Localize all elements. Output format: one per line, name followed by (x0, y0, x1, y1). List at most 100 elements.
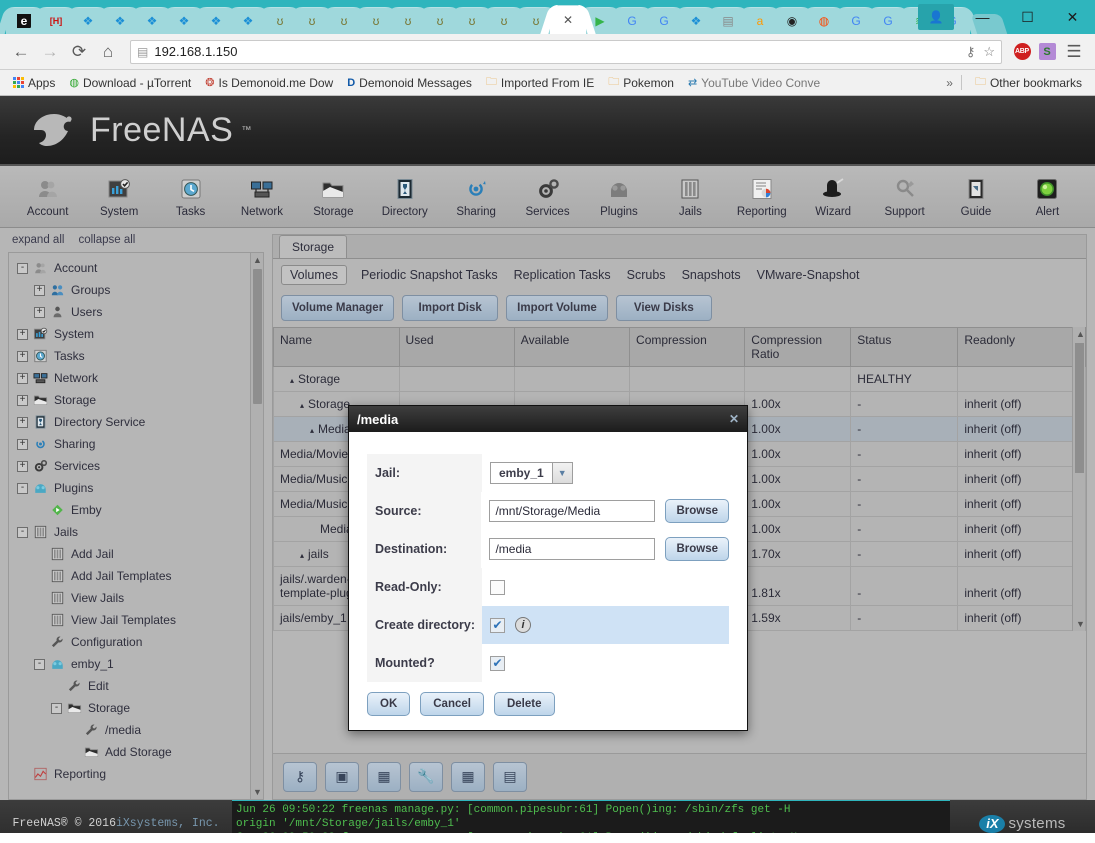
sidebar-item-emby-1[interactable]: - emby_1 (13, 653, 263, 675)
bookmark-folder-imported-from-ie[interactable]: 🗀 Imported From IE (481, 71, 599, 94)
column-header-compression-ratio[interactable]: Compression Ratio (744, 327, 852, 367)
tree-toggle-expand-icon[interactable]: + (17, 372, 28, 384)
delete-dataset-icon[interactable]: ▦ (367, 761, 401, 792)
sidebar-item-emby[interactable]: Emby (13, 499, 263, 521)
bookmark-star-icon[interactable]: ☆ (983, 44, 995, 60)
row-expand-caret-icon[interactable]: ▴ (310, 426, 314, 435)
nav-item-reporting[interactable]: Reporting (726, 175, 797, 218)
sidebar-item-jails[interactable]: - Jails (13, 521, 263, 543)
tree-toggle-expand-icon[interactable]: + (17, 460, 28, 472)
tree-toggle-collapse-icon[interactable]: - (34, 658, 45, 670)
row-expand-caret-icon[interactable]: ▴ (300, 551, 304, 560)
import-volume-button[interactable]: Import Volume (506, 295, 608, 321)
volume-manager-button[interactable]: Volume Manager (281, 295, 395, 321)
tree-toggle-expand-icon[interactable]: + (34, 284, 45, 296)
subtab-scrubs[interactable]: Scrubs (625, 266, 668, 284)
detach-volume-icon[interactable]: ▣ (325, 761, 359, 792)
back-button[interactable]: ← (8, 39, 34, 65)
tree-toggle-collapse-icon[interactable]: - (17, 262, 28, 274)
subtab-replication-tasks[interactable]: Replication Tasks (512, 266, 613, 284)
tree-toggle-expand-icon[interactable]: + (17, 438, 28, 450)
sidebar-item-services[interactable]: + Services (13, 455, 263, 477)
ok-button[interactable]: OK (367, 692, 411, 716)
subtab-snapshots[interactable]: Snapshots (680, 266, 743, 284)
sidebar-item-media[interactable]: /media (13, 719, 263, 741)
scroll-down-arrow-icon[interactable]: ▼ (253, 787, 262, 797)
column-header-status[interactable]: Status (850, 327, 959, 367)
sidebar-item-sharing[interactable]: + Sharing (13, 433, 263, 455)
sidebar-item-view-jail-templates[interactable]: View Jail Templates (13, 609, 263, 631)
destination-input[interactable] (489, 538, 656, 560)
sidebar-item-plugins[interactable]: - Plugins (13, 477, 263, 499)
bookmark-demonoid-messages[interactable]: D Demonoid Messages (342, 74, 477, 92)
nav-item-system[interactable]: System (83, 175, 154, 218)
nav-item-tasks[interactable]: Tasks (155, 175, 226, 218)
nav-item-services[interactable]: Services (512, 175, 583, 218)
row-expand-caret-icon[interactable]: ▴ (290, 376, 294, 385)
ixsystems-link[interactable]: iXsystems, Inc. (116, 817, 220, 830)
readonly-checkbox[interactable] (490, 579, 505, 595)
sidebar-item-add-storage[interactable]: Add Storage (13, 741, 263, 763)
tree-toggle-collapse-icon[interactable]: - (51, 702, 62, 714)
table-scroll-thumb[interactable] (1075, 343, 1084, 473)
row-expand-caret-icon[interactable]: ▴ (300, 401, 304, 410)
tree-toggle-expand-icon[interactable]: + (17, 350, 28, 362)
forward-button[interactable]: → (37, 39, 63, 65)
scroll-up-arrow-icon[interactable]: ▲ (253, 255, 262, 265)
profile-avatar-icon[interactable]: 👤 (918, 4, 954, 30)
sidebar-item-reporting[interactable]: Reporting (13, 763, 263, 785)
console-log[interactable]: Jun 26 09:50:22 freenas manage.py: [comm… (232, 800, 950, 833)
create-dataset-icon[interactable]: ▦ (451, 761, 485, 792)
jail-select[interactable]: emby_1 ▼ (490, 462, 573, 484)
adblock-plus-icon[interactable]: ABP (1011, 41, 1033, 63)
nav-item-directory[interactable]: Directory (369, 175, 440, 218)
tree-toggle-expand-icon[interactable]: + (17, 416, 28, 428)
column-header-readonly[interactable]: Readonly (957, 327, 1086, 367)
view-disks-button[interactable]: View Disks (615, 295, 712, 321)
home-button[interactable]: ⌂ (95, 39, 121, 65)
tree-toggle-collapse-icon[interactable]: - (17, 482, 28, 494)
sidebar-item-storage[interactable]: + Storage (13, 389, 263, 411)
sidebar-item-add-jail[interactable]: Add Jail (13, 543, 263, 565)
reload-button[interactable]: ⟳ (66, 39, 92, 65)
nav-item-guide[interactable]: Guide (940, 175, 1011, 218)
sidebar-item-view-jails[interactable]: View Jails (13, 587, 263, 609)
bookmarks-overflow-button[interactable]: » (946, 76, 953, 90)
dialog-close-icon[interactable]: ✕ (729, 412, 739, 426)
volume-status-icon[interactable]: ⚷ (283, 761, 317, 792)
nav-item-plugins[interactable]: Plugins (583, 175, 654, 218)
subtab-vmware-snapshot[interactable]: VMware-Snapshot (755, 266, 862, 284)
bookmark-youtube-converter[interactable]: ⇄ YouTube Video Conve (683, 74, 825, 92)
bookmark-demonoid-status[interactable]: ❂ Is Demonoid.me Dow (200, 74, 338, 92)
collapse-all-link[interactable]: collapse all (78, 234, 135, 246)
info-icon[interactable]: i (515, 617, 531, 633)
tree-toggle-expand-icon[interactable]: + (17, 328, 28, 340)
sidebar-scrollbar[interactable]: ▲ ▼ (250, 253, 263, 799)
chrome-menu-icon[interactable]: ☰ (1061, 39, 1087, 65)
tree-toggle-expand-icon[interactable]: + (34, 306, 45, 318)
subtab-volumes[interactable]: Volumes (281, 265, 347, 285)
column-header-available[interactable]: Available (513, 327, 631, 367)
other-bookmarks-folder[interactable]: 🗀 Other bookmarks (970, 71, 1087, 94)
close-window-button[interactable]: ✕ (1050, 0, 1095, 34)
bookmark-folder-pokemon[interactable]: 🗀 Pokemon (603, 71, 679, 94)
table-scrollbar[interactable]: ▲ ▼ (1072, 327, 1085, 631)
minimize-button[interactable]: — (960, 0, 1005, 34)
address-bar[interactable]: ▤ 192.168.1.150 ⚷ ☆ (130, 39, 1002, 64)
nav-item-support[interactable]: Support (869, 175, 940, 218)
sidebar-item-add-jail-templates[interactable]: Add Jail Templates (13, 565, 263, 587)
nav-item-account[interactable]: Account (12, 175, 83, 218)
sidebar-item-network[interactable]: + Network (13, 367, 263, 389)
chevron-down-icon[interactable]: ▼ (551, 463, 572, 483)
maximize-button[interactable]: ☐ (1005, 0, 1050, 34)
sidebar-item-edit[interactable]: Edit (13, 675, 263, 697)
tree-toggle-expand-icon[interactable]: + (17, 394, 28, 406)
create-directory-checkbox[interactable]: ✔ (490, 617, 505, 633)
create-zvol-icon[interactable]: ▤ (493, 761, 527, 792)
sidebar-item-groups[interactable]: + Groups (13, 279, 263, 301)
subtab-periodic-snapshot-tasks[interactable]: Periodic Snapshot Tasks (359, 266, 500, 284)
mounted-checkbox[interactable]: ✔ (490, 655, 505, 671)
sidebar-item-users[interactable]: + Users (13, 301, 263, 323)
source-browse-button[interactable]: Browse (665, 499, 729, 523)
nav-item-jails[interactable]: Jails (655, 175, 726, 218)
